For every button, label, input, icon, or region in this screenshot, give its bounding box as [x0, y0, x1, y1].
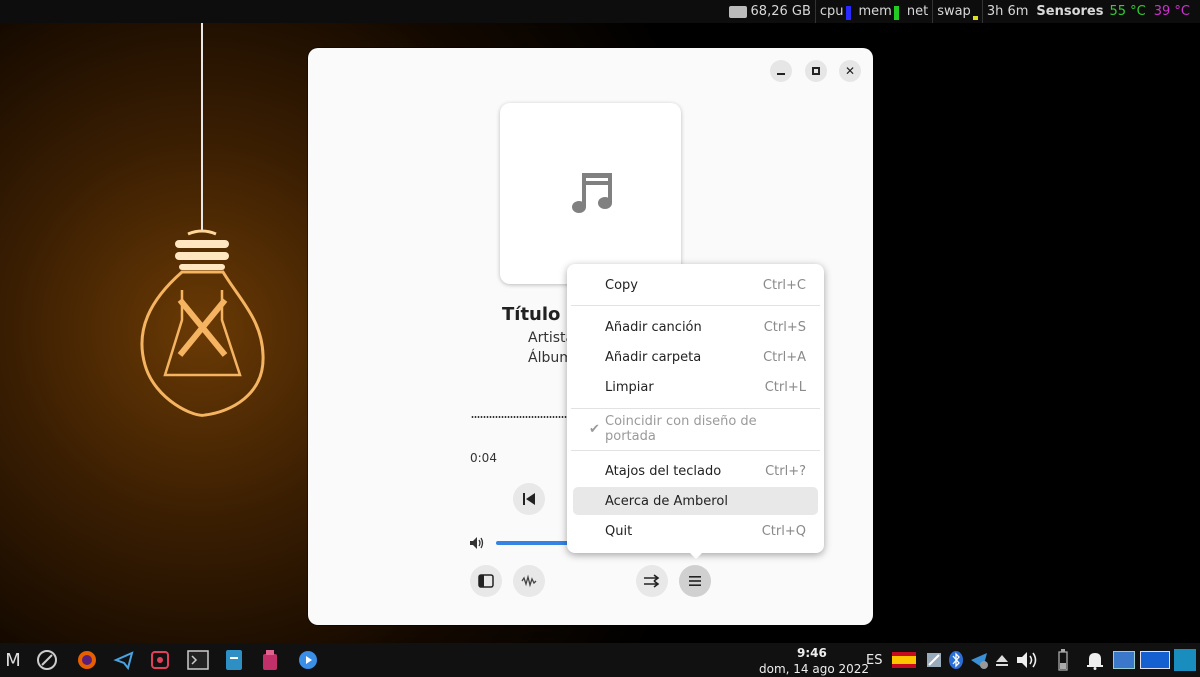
menu-item-label: Añadir canción: [605, 319, 702, 335]
menu-item-accel: Ctrl+?: [765, 463, 806, 479]
mx-menu-icon[interactable]: M: [0, 648, 26, 672]
menu-item-accel: Ctrl+L: [764, 379, 806, 395]
album-cover: [500, 103, 681, 284]
uptime-widget: 3h 6m: [983, 0, 1033, 23]
menu-item-label: Limpiar: [605, 379, 654, 395]
menu-separator: [571, 450, 820, 451]
menu-item-about[interactable]: Acerca de Amberol: [573, 487, 818, 515]
menu-item-label: Acerca de Amberol: [605, 493, 728, 509]
main-menu-button[interactable]: [679, 565, 711, 597]
sidebar-icon: [478, 574, 494, 588]
waveform-toggle-button[interactable]: [513, 565, 545, 597]
previous-button[interactable]: [513, 483, 545, 515]
battery-icon[interactable]: [1050, 648, 1076, 672]
mem-widget[interactable]: mem: [855, 0, 903, 23]
speaker-icon[interactable]: [1014, 648, 1040, 672]
package-installer-icon[interactable]: [257, 648, 283, 672]
workspace-2[interactable]: [1139, 648, 1171, 672]
eject-icon[interactable]: [989, 648, 1015, 672]
menu-separator: [571, 305, 820, 306]
swap-bar: [972, 16, 978, 20]
temp-1: 55 °C: [1109, 4, 1146, 19]
waveform-icon: [521, 574, 537, 588]
swap-widget[interactable]: swap: [933, 0, 982, 23]
menu-item-label: Atajos del teclado: [605, 463, 722, 479]
maximize-icon: [812, 67, 820, 75]
media-player-icon[interactable]: [295, 648, 321, 672]
minimize-icon: [777, 73, 785, 75]
disk-usage: 68,26 GB: [750, 4, 811, 19]
net-label: net: [906, 4, 929, 19]
mem-bar: [893, 6, 899, 20]
menu-item-quit[interactable]: Quit Ctrl+Q: [573, 517, 818, 545]
music-note-icon: [571, 172, 612, 213]
main-menu-popover: Copy Ctrl+C Añadir canción Ctrl+S Añadir…: [567, 264, 824, 553]
spain-flag-icon[interactable]: [891, 648, 917, 672]
volume-icon[interactable]: [469, 536, 485, 550]
menu-separator: [571, 408, 820, 409]
swap-label: swap: [937, 4, 971, 19]
show-desktop-icon[interactable]: [1172, 648, 1198, 672]
menu-item-copy[interactable]: Copy Ctrl+C: [573, 271, 818, 299]
menu-item-match-cover[interactable]: ✔ Coincidir con diseño de portada: [573, 414, 818, 444]
workspace-1[interactable]: [1111, 648, 1137, 672]
terminal-icon[interactable]: [185, 648, 211, 672]
disk-widget[interactable]: 68,26 GB: [725, 0, 815, 23]
checkmark-icon: ✔: [589, 421, 600, 437]
menu-item-label: Copy: [605, 277, 638, 293]
shuffle-button[interactable]: [636, 565, 668, 597]
file-manager-icon[interactable]: [221, 648, 247, 672]
close-button[interactable]: ✕: [839, 60, 861, 82]
popover-arrow: [686, 549, 706, 559]
keyboard-layout[interactable]: ES: [866, 653, 882, 668]
menu-item-accel: Ctrl+C: [762, 277, 806, 293]
top-panel: 68,26 GB cpu mem net swap 3h 6m Sensores…: [0, 0, 1200, 23]
sensors-widget[interactable]: Sensores 55 °C 39 °C: [1032, 0, 1194, 23]
uptime: 3h 6m: [986, 4, 1029, 19]
app-icon[interactable]: [147, 648, 173, 672]
net-widget[interactable]: net: [903, 0, 932, 23]
menu-item-accel: Ctrl+Q: [761, 523, 806, 539]
clock-time[interactable]: 9:46: [797, 646, 827, 660]
menu-item-add-song[interactable]: Añadir canción Ctrl+S: [573, 313, 818, 341]
sidebar-toggle-button[interactable]: [470, 565, 502, 597]
menu-item-add-folder[interactable]: Añadir carpeta Ctrl+A: [573, 343, 818, 371]
notifications-bell-icon[interactable]: [1082, 648, 1108, 672]
hamburger-menu-icon: [689, 576, 701, 586]
close-icon: ✕: [844, 64, 856, 78]
menu-item-label: Coincidir con diseño de portada: [605, 414, 757, 444]
maximize-button[interactable]: [805, 60, 827, 82]
clock-date[interactable]: dom, 14 ago 2022: [759, 662, 869, 676]
skip-previous-icon: [523, 493, 535, 505]
menu-item-accel: Ctrl+S: [763, 319, 806, 335]
menu-item-label: Quit: [605, 523, 633, 539]
taskbar: M 9:46 dom, 14 ago 2022 ES: [0, 643, 1200, 677]
menu-item-accel: Ctrl+A: [763, 349, 806, 365]
volume-slider[interactable]: [496, 541, 576, 545]
shuffle-icon: [644, 574, 660, 588]
cpu-bar: [845, 6, 851, 20]
menu-item-shortcuts[interactable]: Atajos del teclado Ctrl+?: [573, 457, 818, 485]
disk-icon: [728, 5, 747, 18]
temp-2: 39 °C: [1153, 4, 1190, 19]
minimize-button[interactable]: [770, 60, 792, 82]
firefox-icon[interactable]: [74, 648, 100, 672]
lightbulb-illustration: [140, 0, 265, 417]
sensors-label: Sensores: [1036, 4, 1104, 19]
menu-item-label: Añadir carpeta: [605, 349, 702, 365]
cpu-label: cpu: [819, 4, 844, 19]
settings-manager-icon[interactable]: [34, 648, 60, 672]
telegram-icon[interactable]: [111, 648, 137, 672]
menu-item-clear[interactable]: Limpiar Ctrl+L: [573, 373, 818, 401]
time-elapsed: 0:04: [470, 451, 497, 465]
cpu-widget[interactable]: cpu: [816, 0, 855, 23]
mem-label: mem: [858, 4, 892, 19]
waveform-seek-bar[interactable]: [471, 416, 571, 418]
